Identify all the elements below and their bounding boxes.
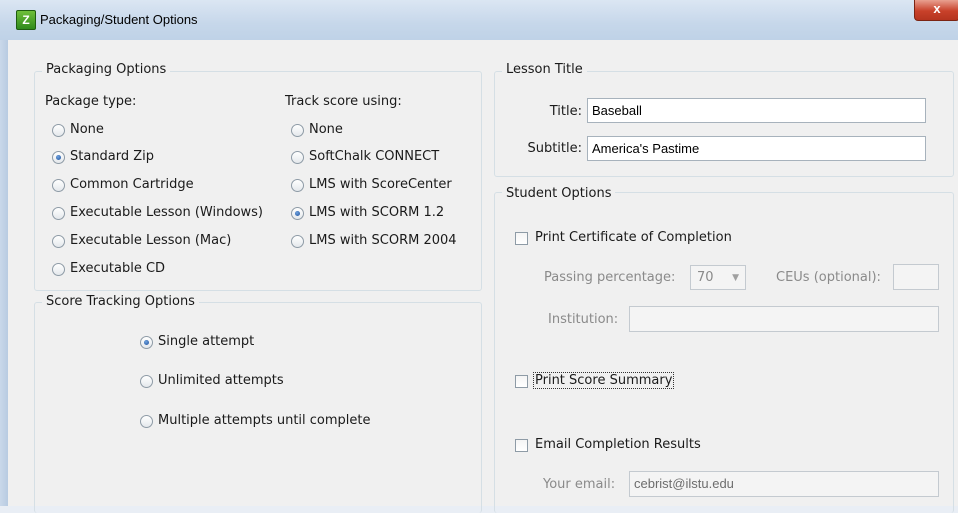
package-option-label: Common Cartridge (70, 177, 194, 192)
score-option-label: Multiple attempts until complete (158, 413, 371, 428)
package-type-label: Package type: (45, 94, 137, 109)
passing-percentage-value: 70 (697, 270, 714, 285)
package-radio-executable-mac[interactable] (52, 235, 65, 248)
title-label: Title: (549, 104, 582, 119)
score-radio-unlimited[interactable] (140, 375, 153, 388)
package-option-standard-zip[interactable]: Standard Zip (52, 149, 277, 167)
window-title: Packaging/Student Options (40, 12, 198, 27)
passing-percentage-label: Passing percentage: (544, 270, 676, 285)
score-option-label: Single attempt (158, 334, 255, 349)
score-option-multiple[interactable]: Multiple attempts until complete (140, 413, 400, 431)
chevron-down-icon: ▼ (732, 273, 739, 283)
close-button[interactable]: x (914, 0, 958, 21)
score-option-unlimited[interactable]: Unlimited attempts (140, 373, 380, 391)
score-option-single[interactable]: Single attempt (140, 334, 380, 352)
score-option-label: Unlimited attempts (158, 373, 284, 388)
track-option-label: LMS with ScoreCenter (309, 177, 452, 192)
package-option-label: Executable CD (70, 261, 166, 276)
package-radio-common-cartridge[interactable] (52, 179, 65, 192)
institution-label: Institution: (548, 312, 619, 327)
softchalk-app-icon: Z (16, 10, 36, 30)
package-option-label: Executable Lesson (Windows) (70, 205, 264, 220)
track-option-lms-scorm-12[interactable]: LMS with SCORM 1.2 (291, 205, 476, 223)
your-email-label: Your email: (543, 477, 616, 492)
passing-percentage-select[interactable]: 70 ▼ (690, 265, 746, 290)
track-option-label: SoftChalk CONNECT (309, 149, 440, 164)
print-certificate-option[interactable]: Print Certificate of Completion (515, 230, 775, 248)
track-option-none[interactable]: None (291, 122, 476, 140)
ceus-input[interactable] (893, 264, 939, 290)
print-score-summary-checkbox[interactable] (515, 375, 528, 388)
package-radio-executable-windows[interactable] (52, 207, 65, 220)
track-radio-lms-scorm-12[interactable] (291, 207, 304, 220)
window-frame-left (0, 40, 8, 506)
score-radio-single[interactable] (140, 336, 153, 349)
ceus-label: CEUs (optional): (776, 270, 881, 285)
score-tracking-legend: Score Tracking Options (42, 294, 199, 309)
email-results-checkbox[interactable] (515, 439, 528, 452)
email-results-option[interactable]: Email Completion Results (515, 437, 745, 455)
print-certificate-checkbox[interactable] (515, 232, 528, 245)
your-email-input[interactable]: cebrist@ilstu.edu (629, 471, 939, 497)
subtitle-input[interactable]: America's Pastime (587, 136, 926, 161)
student-options-legend: Student Options (502, 186, 616, 201)
track-option-label: LMS with SCORM 2004 (309, 233, 457, 248)
track-option-label: None (309, 122, 343, 137)
package-option-executable-windows[interactable]: Executable Lesson (Windows) (52, 205, 277, 223)
track-radio-none[interactable] (291, 124, 304, 137)
package-option-none[interactable]: None (52, 122, 277, 140)
package-option-label: Executable Lesson (Mac) (70, 233, 232, 248)
package-option-executable-cd[interactable]: Executable CD (52, 261, 277, 279)
lesson-title-legend: Lesson Title (502, 62, 587, 77)
track-option-lms-scorecenter[interactable]: LMS with ScoreCenter (291, 177, 476, 195)
print-certificate-label: Print Certificate of Completion (535, 230, 732, 245)
print-score-summary-option[interactable]: Print Score Summary (515, 372, 715, 391)
lesson-title-group (494, 71, 954, 177)
package-radio-executable-cd[interactable] (52, 263, 65, 276)
package-radio-standard-zip[interactable] (52, 151, 65, 164)
email-results-label: Email Completion Results (535, 437, 701, 452)
print-score-summary-label: Print Score Summary (533, 372, 675, 389)
score-radio-multiple[interactable] (140, 415, 153, 428)
track-radio-softchalk-connect[interactable] (291, 151, 304, 164)
institution-input[interactable] (629, 306, 939, 332)
title-input[interactable]: Baseball (587, 98, 926, 123)
package-option-label: None (70, 122, 104, 137)
track-option-softchalk-connect[interactable]: SoftChalk CONNECT (291, 149, 476, 167)
package-option-executable-mac[interactable]: Executable Lesson (Mac) (52, 233, 277, 251)
packaging-options-legend: Packaging Options (42, 62, 171, 77)
track-radio-lms-scorecenter[interactable] (291, 179, 304, 192)
package-radio-none[interactable] (52, 124, 65, 137)
track-score-label: Track score using: (285, 94, 402, 109)
package-option-common-cartridge[interactable]: Common Cartridge (52, 177, 277, 195)
subtitle-label: Subtitle: (527, 141, 582, 156)
package-option-label: Standard Zip (70, 149, 155, 164)
track-radio-lms-scorm-2004[interactable] (291, 235, 304, 248)
track-option-label: LMS with SCORM 1.2 (309, 205, 445, 220)
track-option-lms-scorm-2004[interactable]: LMS with SCORM 2004 (291, 233, 476, 251)
